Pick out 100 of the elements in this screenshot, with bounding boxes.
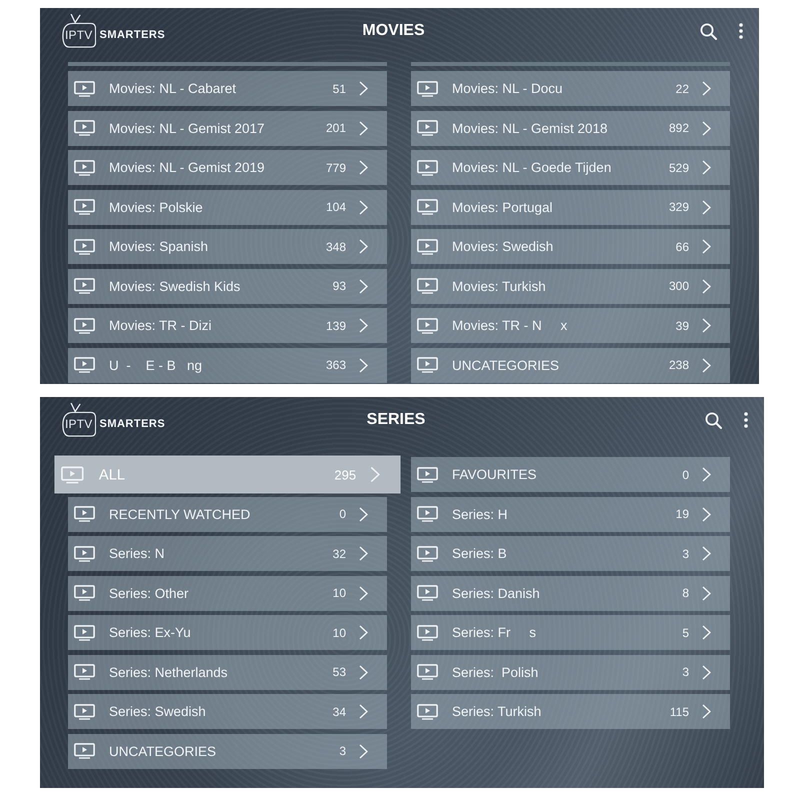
category-row[interactable]: Movies: NL - Cabaret 51 (68, 71, 387, 106)
category-row[interactable]: RECENTLY WATCHED 0 (68, 496, 387, 532)
more-menu-icon[interactable] (739, 23, 743, 39)
tv-play-icon (74, 585, 95, 601)
tv-play-icon (74, 546, 95, 562)
tv-play-icon (74, 80, 95, 96)
category-row[interactable]: Movies: TR - N x 39 (411, 308, 730, 343)
category-row[interactable]: Series: Ex-Yu 10 (68, 615, 387, 650)
tv-play-icon (60, 466, 84, 484)
category-row[interactable]: Series: N 32 (68, 536, 387, 571)
tv-play-icon (74, 743, 95, 759)
item-count: 19 (676, 507, 689, 521)
search-icon[interactable] (705, 412, 722, 428)
chevron-right-icon (359, 200, 368, 214)
chevron-right-icon (702, 467, 711, 482)
category-row[interactable]: Series: Netherlands 53 (68, 654, 387, 690)
item-count: 115 (670, 704, 689, 718)
chevron-right-icon (702, 81, 711, 96)
tv-play-icon (74, 278, 95, 294)
chevron-right-icon (702, 546, 711, 561)
chevron-right-icon (359, 586, 368, 600)
category-row[interactable]: Movies: Swedish 66 (411, 229, 730, 264)
category-row[interactable]: Movies: NL - Gemist 2017 201 (68, 110, 387, 146)
category-row[interactable]: Movies: Spanish 348 (68, 229, 387, 264)
chevron-right-icon (359, 704, 368, 719)
chevron-right-icon (359, 160, 368, 175)
tv-play-icon (417, 318, 438, 334)
category-row[interactable]: Series: Polish 3 (411, 654, 730, 690)
item-count: 66 (676, 240, 689, 254)
category-row[interactable]: Movies: NL - Docu 22 (411, 71, 730, 106)
chevron-right-icon (702, 120, 711, 136)
item-count: 51 (332, 82, 346, 96)
item-count: 329 (668, 200, 689, 214)
category-row[interactable]: Series: Danish 8 (411, 576, 730, 610)
item-count: 10 (332, 626, 346, 640)
category-row[interactable]: Movies: Portugal 329 (411, 190, 730, 224)
tv-play-icon (417, 357, 438, 373)
category-row[interactable]: UNCATEGORIES 3 (68, 734, 387, 768)
chevron-right-icon (359, 239, 368, 254)
chevron-right-icon (359, 744, 368, 758)
item-count: 529 (668, 160, 689, 174)
tv-play-icon (417, 704, 438, 720)
category-row[interactable]: ALL 295 (54, 456, 401, 494)
more-menu-icon[interactable] (744, 412, 748, 428)
chevron-right-icon (359, 506, 368, 522)
chevron-right-icon (702, 664, 711, 680)
category-row[interactable]: FAVOURITES 0 (411, 457, 730, 492)
category-row[interactable]: UNCATEGORIES 238 (411, 348, 730, 382)
category-row[interactable]: Movies: TR - Dizi 139 (68, 308, 387, 343)
chevron-right-icon (702, 704, 711, 719)
chevron-right-icon (702, 200, 711, 214)
category-row[interactable]: Movies: NL - Goede Tijden 529 (411, 150, 730, 185)
chevron-right-icon (702, 318, 711, 333)
category-row[interactable]: Series: H 19 (411, 496, 730, 532)
tv-play-icon (417, 506, 438, 522)
category-row[interactable]: Series: Swedish 34 (68, 694, 387, 729)
category-row[interactable]: Series: Turkish 115 (411, 694, 730, 729)
item-count: 892 (668, 121, 689, 135)
chevron-right-icon (359, 625, 368, 640)
chevron-right-icon (359, 318, 368, 333)
item-count: 3 (682, 665, 689, 679)
search-icon[interactable] (700, 22, 717, 40)
item-count: 93 (332, 279, 346, 293)
tv-play-icon (74, 357, 95, 373)
item-count: 300 (668, 279, 689, 293)
item-count: 0 (339, 507, 346, 521)
item-count: 8 (682, 586, 689, 600)
category-row[interactable]: Series: B 3 (411, 536, 730, 571)
app-logo: IPTV SMARTERS (62, 403, 166, 437)
item-count: 139 (326, 318, 346, 332)
category-row[interactable]: Series: Fr s 5 (411, 615, 730, 650)
tv-play-icon (74, 624, 95, 640)
item-count: 34 (332, 704, 346, 718)
category-row[interactable]: U - E - B ng 363 (68, 348, 387, 382)
item-count: 201 (326, 121, 346, 135)
category-row[interactable]: Movies: NL - Gemist 2019 779 (68, 150, 387, 185)
category-row[interactable]: Movies: Polskie 104 (68, 190, 387, 224)
chevron-right-icon (370, 466, 380, 483)
chevron-right-icon (702, 278, 711, 294)
chevron-right-icon (359, 358, 368, 372)
tv-play-icon (74, 238, 95, 254)
chevron-right-icon (359, 278, 368, 294)
tv-play-icon (74, 318, 95, 334)
tv-play-icon (417, 80, 438, 96)
category-row[interactable]: Movies: NL - Gemist 2018 892 (411, 110, 730, 146)
item-count: 53 (332, 665, 346, 679)
item-count: 39 (676, 318, 689, 332)
tv-play-icon (417, 278, 438, 294)
item-count: 10 (332, 586, 346, 600)
tv-play-icon (74, 664, 95, 680)
item-count: 3 (682, 546, 689, 560)
category-row[interactable]: Movies: Swedish Kids 93 (68, 268, 387, 304)
category-row[interactable]: Series: Other 10 (68, 576, 387, 610)
tv-play-icon (74, 120, 95, 136)
item-count: 0 (682, 468, 689, 482)
item-count: 363 (326, 358, 346, 372)
screen-title: MOVIES (362, 22, 426, 40)
chevron-right-icon (702, 625, 711, 640)
tv-play-icon (74, 160, 95, 176)
category-row[interactable]: Movies: Turkish 300 (411, 268, 730, 304)
